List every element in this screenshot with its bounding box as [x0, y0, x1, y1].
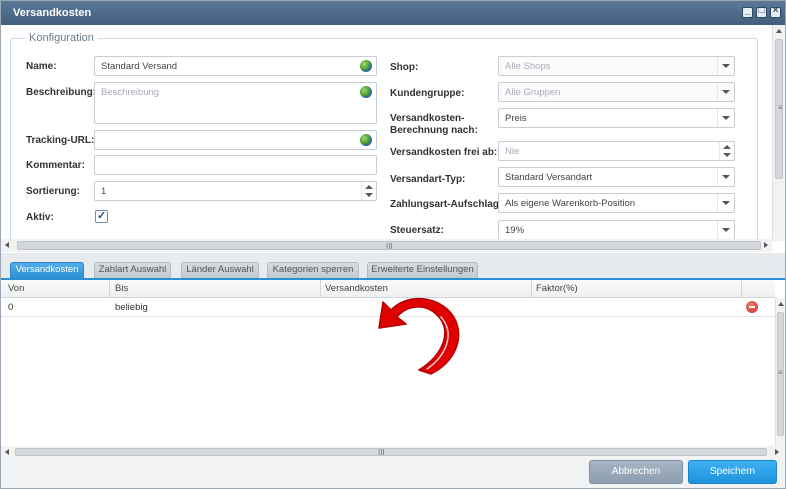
column-header-versandkosten[interactable]: Versandkosten — [325, 283, 388, 294]
shop-placeholder: Alle Shops — [505, 61, 551, 72]
scroll-right-icon[interactable] — [764, 242, 768, 248]
chevron-down-icon[interactable] — [717, 83, 734, 101]
cell-von[interactable]: 0 — [8, 302, 13, 313]
scroll-up-icon[interactable] — [778, 302, 784, 306]
grid-scroll-thumb[interactable]: ≡ — [777, 312, 784, 436]
description-textarea[interactable]: Beschreibung — [94, 82, 377, 124]
chevron-down-icon[interactable] — [717, 57, 734, 75]
tab-erweiterte-einstellungen[interactable]: Erweiterte Einstellungen — [367, 262, 478, 278]
tab-laender-auswahl[interactable]: Länder Auswahl — [181, 262, 259, 278]
save-button[interactable]: Speichern — [688, 460, 777, 484]
scroll-left-icon[interactable] — [5, 449, 9, 455]
tax-value: 19% — [505, 225, 525, 236]
chevron-down-icon[interactable] — [717, 194, 734, 212]
name-label: Name: — [26, 61, 57, 72]
description-label: Beschreibung: — [26, 87, 97, 98]
active-label: Aktiv: — [26, 212, 54, 223]
calc-by-label-line1: Versandkosten- — [390, 113, 465, 124]
cancel-button[interactable]: Abbrechen — [589, 460, 683, 484]
checkmark-icon: ✓ — [97, 210, 107, 222]
configuration-panel: Konfiguration Name: Standard Versand Bes… — [1, 25, 785, 253]
minimize-icon[interactable]: _ — [742, 5, 753, 18]
config-horizontal-scrollbar[interactable]: III — [1, 239, 772, 252]
config-hscroll-thumb[interactable]: III — [17, 241, 761, 251]
name-value: Standard Versand — [101, 61, 178, 72]
free-from-number-input[interactable]: Nie — [498, 141, 735, 161]
tab-zahlart-auswahl[interactable]: Zahlart Auswahl — [94, 262, 171, 278]
column-header-von[interactable]: Von — [8, 283, 24, 294]
delete-icon[interactable] — [746, 301, 758, 313]
description-placeholder: Beschreibung — [101, 87, 160, 98]
free-from-spinner[interactable] — [719, 142, 734, 160]
tab-strip: Versandkosten Zahlart Auswahl Länder Aus… — [1, 253, 785, 280]
shop-select[interactable]: Alle Shops — [498, 56, 735, 76]
name-input[interactable]: Standard Versand — [94, 56, 377, 76]
calc-by-select[interactable]: Preis — [498, 108, 735, 128]
globe-icon[interactable] — [360, 86, 372, 98]
tax-label: Steuersatz: — [390, 225, 444, 236]
tracking-url-label: Tracking-URL: — [26, 135, 95, 146]
shipping-type-label: Versandart-Typ: — [390, 174, 466, 185]
maximize-icon[interactable]: □ — [756, 5, 767, 18]
tax-select[interactable]: 19% — [498, 220, 735, 240]
shipping-type-select[interactable]: Standard Versandart — [498, 167, 735, 187]
tab-versandkosten[interactable]: Versandkosten — [10, 262, 84, 278]
grid-header: Von Bis Versandkosten Faktor(%) — [1, 280, 775, 298]
surcharge-select[interactable]: Als eigene Warenkorb-Position — [498, 193, 735, 213]
shipping-cost-window: Versandkosten _ □ × Konfiguration Name: … — [0, 0, 786, 489]
dialog-footer: Abbrechen Speichern — [1, 458, 785, 488]
close-icon[interactable]: × — [770, 5, 781, 18]
surcharge-label: Zahlungsart-Aufschlag: — [390, 199, 503, 210]
cell-bis[interactable]: beliebig — [115, 302, 148, 313]
config-scroll-thumb[interactable]: ≡ — [775, 39, 783, 179]
shop-label: Shop: — [390, 62, 419, 73]
sort-spinner[interactable] — [361, 182, 376, 200]
grid-horizontal-scrollbar[interactable]: III — [1, 446, 785, 458]
free-from-placeholder: Nie — [505, 146, 520, 157]
column-header-bis[interactable]: Bis — [115, 283, 128, 294]
window-titlebar[interactable]: Versandkosten _ □ × — [1, 1, 785, 25]
chevron-down-icon[interactable] — [717, 221, 734, 239]
annotation-arrow-icon — [378, 297, 460, 375]
globe-icon[interactable] — [360, 60, 372, 72]
scroll-up-icon[interactable] — [776, 29, 782, 33]
tab-kategorien-sperren[interactable]: Kategorien sperren — [267, 262, 359, 278]
shipping-type-value: Standard Versandart — [505, 172, 593, 183]
globe-icon[interactable] — [360, 134, 372, 146]
tracking-url-input[interactable] — [94, 130, 377, 150]
grid-vertical-scrollbar[interactable]: ≡ — [775, 298, 785, 446]
comment-label: Kommentar: — [26, 160, 85, 171]
window-title: Versandkosten — [13, 7, 92, 19]
surcharge-value: Als eigene Warenkorb-Position — [505, 198, 636, 209]
customer-group-label: Kundengruppe: — [390, 88, 465, 99]
calc-by-value: Preis — [505, 113, 527, 124]
config-vertical-scrollbar[interactable]: ≡ — [772, 25, 785, 241]
calc-by-label-line2: Berechnung nach: — [390, 125, 478, 136]
chevron-down-icon[interactable] — [717, 168, 734, 186]
sort-value: 1 — [101, 186, 107, 197]
free-from-label: Versandkosten frei ab: — [390, 147, 498, 158]
column-header-faktor[interactable]: Faktor(%) — [536, 283, 578, 294]
comment-input[interactable] — [94, 155, 377, 175]
sort-label: Sortierung: — [26, 186, 80, 197]
customer-group-select[interactable]: Alle Gruppen — [498, 82, 735, 102]
customer-group-placeholder: Alle Gruppen — [505, 87, 561, 98]
scroll-left-icon[interactable] — [5, 242, 9, 248]
sort-number-input[interactable]: 1 — [94, 181, 377, 201]
grid-hscroll-thumb[interactable]: III — [15, 448, 767, 457]
scroll-right-icon[interactable] — [775, 449, 779, 455]
configuration-legend: Konfiguration — [29, 32, 94, 44]
chevron-down-icon[interactable] — [717, 109, 734, 127]
active-checkbox[interactable]: ✓ — [95, 210, 108, 223]
